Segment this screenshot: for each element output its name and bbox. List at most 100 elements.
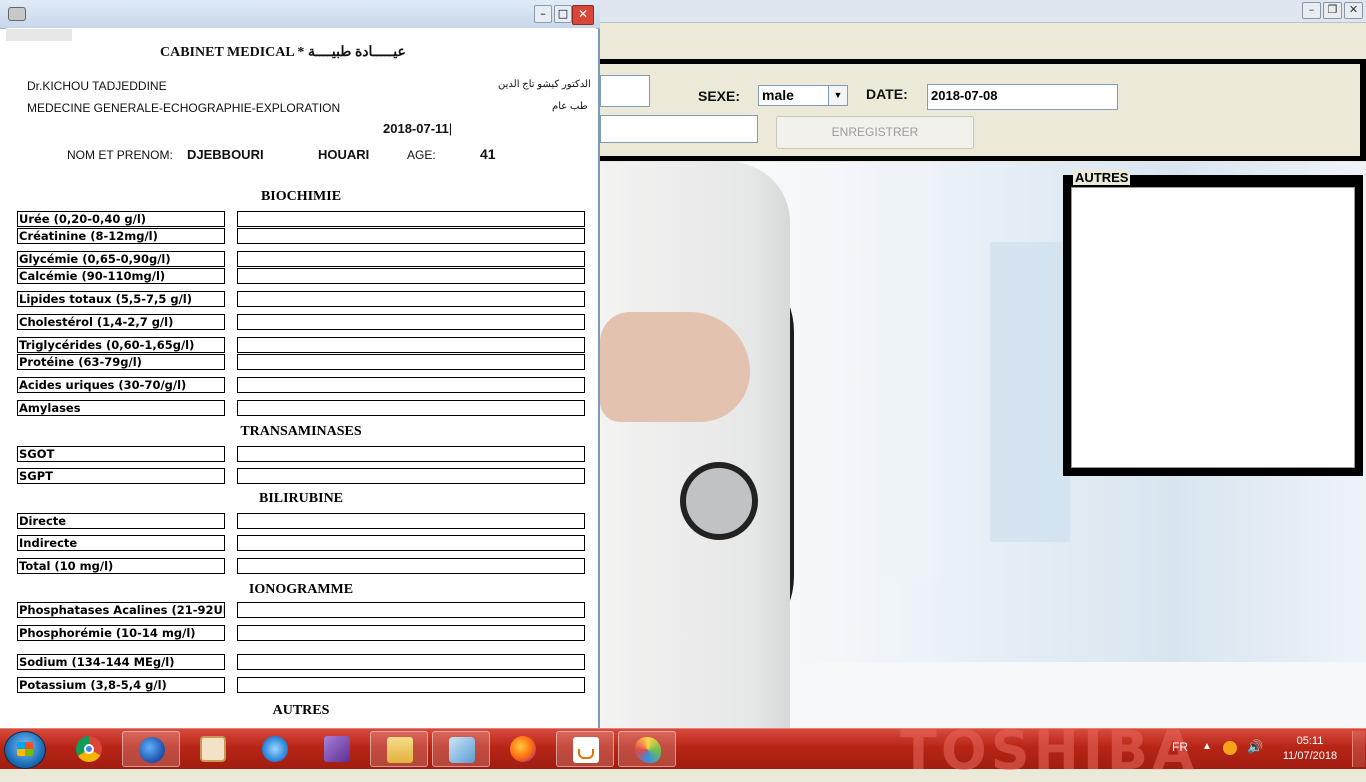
- row-label: Lipides totaux (5,5-7,5 g/l): [17, 291, 225, 307]
- row-value-field[interactable]: [237, 513, 585, 529]
- taskbar-paint[interactable]: [618, 731, 676, 767]
- date-label: DATE:: [866, 86, 908, 102]
- row-label: Cholestérol (1,4-2,7 g/l): [17, 314, 225, 330]
- row-label: Sodium (134-144 MEg/l): [17, 654, 225, 670]
- firefox-dev-icon: [139, 737, 165, 763]
- media-player-icon: [200, 736, 226, 762]
- chevron-down-icon[interactable]: ▼: [828, 86, 847, 105]
- taskbar-chrome[interactable]: [60, 731, 118, 767]
- table-row: Amylases: [17, 400, 585, 416]
- clock-date: 11/07/2018: [1282, 750, 1338, 762]
- print-preview-window: – □ ✕ CABINET MEDICAL * عيـــــادة طبيــ…: [0, 0, 600, 728]
- row-label: Potassium (3,8-5,4 g/l): [17, 677, 225, 693]
- sexe-select[interactable]: male ▼: [758, 85, 848, 106]
- document-date: 2018-07-11|: [383, 121, 453, 136]
- table-row: Phosphorémie (10-14 mg/l): [17, 625, 585, 641]
- close-icon[interactable]: ✕: [1344, 2, 1363, 19]
- sexe-label: SEXE:: [698, 88, 741, 104]
- taskbar-visual-studio[interactable]: [308, 731, 366, 767]
- nom-label: NOM ET PRENOM:: [67, 148, 173, 162]
- main-window-titlebar: – ❐ ✕: [600, 0, 1366, 23]
- patient-age: 41: [480, 146, 496, 162]
- row-value-field[interactable]: [237, 558, 585, 574]
- taskbar-ie[interactable]: [246, 731, 304, 767]
- document-title: CABINET MEDICAL * عيـــــادة طبيــــة: [160, 45, 406, 60]
- table-row: Protéine (63-79g/l): [17, 354, 585, 370]
- table-row: Potassium (3,8-5,4 g/l): [17, 677, 585, 693]
- row-value-field[interactable]: [237, 446, 585, 462]
- age-label: AGE:: [407, 148, 436, 162]
- maximize-icon[interactable]: □: [554, 5, 572, 23]
- taskbar-virtualbox[interactable]: [432, 731, 490, 767]
- secondary-field[interactable]: [600, 115, 758, 143]
- restore-icon[interactable]: ❐: [1323, 2, 1342, 19]
- row-value-field[interactable]: [237, 400, 585, 416]
- file-explorer-icon: [387, 737, 413, 763]
- row-value-field[interactable]: [237, 291, 585, 307]
- section-ionogramme: IONOGRAMME: [248, 582, 354, 597]
- row-value-field[interactable]: [237, 677, 585, 693]
- taskbar-file-explorer[interactable]: [370, 731, 428, 767]
- patient-firstname: HOUARI: [318, 147, 370, 162]
- row-value-field[interactable]: [237, 211, 585, 227]
- taskbar-media-player[interactable]: [184, 731, 242, 767]
- close-icon[interactable]: ✕: [572, 5, 594, 25]
- show-desktop-button[interactable]: [1352, 731, 1365, 767]
- section-autres: AUTRES: [272, 703, 330, 718]
- row-value-field[interactable]: [237, 228, 585, 244]
- virtualbox-icon: [449, 737, 475, 763]
- table-row: Sodium (134-144 MEg/l): [17, 654, 585, 670]
- system-clock[interactable]: 05:11 11/07/2018: [1280, 734, 1340, 764]
- row-value-field[interactable]: [237, 337, 585, 353]
- row-label: Directe: [17, 513, 225, 529]
- row-value-field[interactable]: [237, 654, 585, 670]
- minimize-icon[interactable]: –: [534, 5, 552, 23]
- paint-icon: [635, 737, 661, 763]
- taskbar-firefox[interactable]: [494, 731, 552, 767]
- row-value-field[interactable]: [237, 535, 585, 551]
- section-biochimie: BIOCHIMIE: [260, 189, 342, 204]
- row-value-field[interactable]: [237, 251, 585, 267]
- avast-icon[interactable]: [1223, 741, 1237, 755]
- row-value-field[interactable]: [237, 268, 585, 284]
- language-indicator[interactable]: FR: [1172, 740, 1188, 754]
- row-value-field[interactable]: [237, 354, 585, 370]
- row-label: Phosphatases Acalines (21-92Ul): [17, 602, 225, 618]
- row-label: Acides uriques (30-70/g/l): [17, 377, 225, 393]
- autres-textarea[interactable]: [1071, 187, 1355, 468]
- toolbar-strip: [6, 29, 72, 41]
- windows-logo-icon: [17, 742, 33, 756]
- table-row: Directe: [17, 513, 585, 529]
- volume-icon[interactable]: 🔊: [1247, 740, 1263, 755]
- name-field[interactable]: [600, 75, 650, 107]
- row-label: SGPT: [17, 468, 225, 484]
- java-icon: [573, 737, 599, 763]
- show-hidden-icons-icon[interactable]: ▲: [1202, 741, 1212, 752]
- row-value-field[interactable]: [237, 602, 585, 618]
- row-value-field[interactable]: [237, 377, 585, 393]
- section-bilirubine: BILIRUBINE: [258, 491, 344, 506]
- row-value-field[interactable]: [237, 314, 585, 330]
- row-label: Créatinine (8-12mg/l): [17, 228, 225, 244]
- taskbar-java[interactable]: [556, 731, 614, 767]
- table-row: Lipides totaux (5,5-7,5 g/l): [17, 291, 585, 307]
- row-label: Glycémie (0,65-0,90g/l): [17, 251, 225, 267]
- chrome-icon: [76, 736, 102, 762]
- row-label: Amylases: [17, 400, 225, 416]
- date-field[interactable]: 2018-07-08: [927, 84, 1118, 110]
- start-button[interactable]: [4, 731, 46, 769]
- taskbar-firefox-dev[interactable]: [122, 731, 180, 767]
- row-value-field[interactable]: [237, 468, 585, 484]
- doctor-name: Dr.KICHOU TADJEDDINE: [27, 79, 167, 93]
- table-row: Calcémie (90-110mg/l): [17, 268, 585, 284]
- row-label: Protéine (63-79g/l): [17, 354, 225, 370]
- lab-request-document: CABINET MEDICAL * عيـــــادة طبيــــة Dr…: [6, 28, 596, 728]
- minimize-icon[interactable]: –: [1302, 2, 1321, 19]
- row-label: Urée (0,20-0,40 g/l): [17, 211, 225, 227]
- save-button[interactable]: ENREGISTRER: [776, 116, 974, 149]
- visual-studio-icon: [324, 736, 350, 762]
- table-row: Triglycérides (0,60-1,65g/l): [17, 337, 585, 353]
- row-value-field[interactable]: [237, 625, 585, 641]
- app-icon: [8, 7, 26, 21]
- table-row: SGOT: [17, 446, 585, 462]
